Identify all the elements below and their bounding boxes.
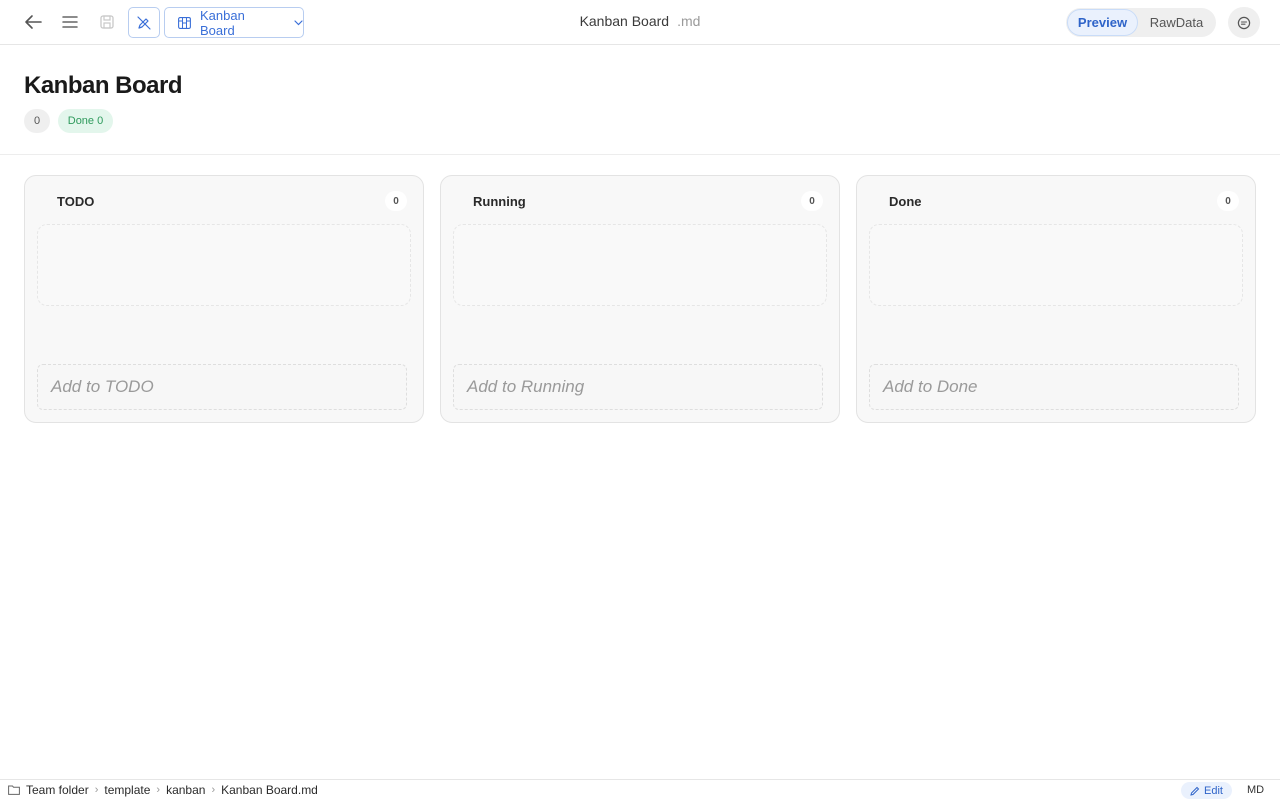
- column-count-badge: 0: [801, 191, 823, 211]
- header-divider: [0, 154, 1280, 155]
- view-select[interactable]: Kanban Board: [164, 7, 304, 38]
- save-icon: [100, 15, 114, 29]
- breadcrumb-item[interactable]: Kanban Board.md: [221, 783, 318, 797]
- preview-tab[interactable]: Preview: [1067, 9, 1138, 36]
- kanban-column-done: Done 0 Add to Done: [856, 175, 1256, 423]
- breadcrumb: Team folder › template › kanban › Kanban…: [8, 783, 318, 797]
- card-drop-zone[interactable]: [869, 224, 1243, 306]
- card-drop-zone[interactable]: [37, 224, 411, 306]
- breadcrumb-item[interactable]: Team folder: [26, 783, 89, 797]
- kanban-column-todo: TODO 0 Add to TODO: [24, 175, 424, 423]
- hamburger-icon: [62, 16, 78, 28]
- folder-icon: [8, 785, 20, 795]
- column-title: TODO: [57, 194, 95, 209]
- comments-button[interactable]: [1228, 7, 1260, 38]
- pencil-icon: [1190, 786, 1200, 796]
- add-card-input[interactable]: Add to TODO: [37, 364, 407, 410]
- breadcrumb-item[interactable]: kanban: [166, 783, 205, 797]
- status-bar: Team folder › template › kanban › Kanban…: [0, 779, 1280, 800]
- arrow-left-icon: [25, 15, 42, 29]
- breadcrumb-item[interactable]: template: [104, 783, 150, 797]
- column-title: Done: [889, 194, 922, 209]
- view-select-label: Kanban Board: [199, 7, 245, 38]
- chevron-right-icon: ›: [156, 784, 161, 796]
- edit-label: Edit: [1204, 784, 1223, 797]
- back-button[interactable]: [18, 8, 48, 36]
- add-card-input[interactable]: Add to Running: [453, 364, 823, 410]
- edit-button[interactable]: Edit: [1181, 782, 1232, 799]
- view-mode-toggle: Preview RawData: [1066, 8, 1216, 37]
- document-name: Kanban Board: [579, 13, 670, 29]
- document-extension: .md: [677, 13, 701, 29]
- comment-icon: [1237, 16, 1251, 29]
- chevron-down-icon: [294, 19, 303, 25]
- top-toolbar: Kanban Board Kanban Board .md Preview Raw…: [0, 0, 1280, 45]
- edit-tool-button[interactable]: [128, 7, 160, 38]
- page-title: Kanban Board: [24, 72, 183, 99]
- chevron-right-icon: ›: [211, 784, 216, 796]
- rawdata-tab[interactable]: RawData: [1138, 9, 1215, 36]
- pen-off-icon: [137, 15, 151, 30]
- column-count-badge: 0: [1217, 191, 1239, 211]
- done-count-badge: Done 0: [58, 109, 113, 133]
- kanban-column-running: Running 0 Add to Running: [440, 175, 840, 423]
- format-label: MD: [1247, 784, 1265, 796]
- chevron-right-icon: ›: [94, 784, 99, 796]
- add-card-input[interactable]: Add to Done: [869, 364, 1239, 410]
- card-drop-zone[interactable]: [453, 224, 827, 306]
- menu-button[interactable]: [55, 8, 85, 36]
- column-count-badge: 0: [385, 191, 407, 211]
- column-title: Running: [473, 194, 526, 209]
- kanban-icon: [178, 16, 191, 29]
- save-button[interactable]: [92, 8, 122, 36]
- total-count-badge: 0: [24, 109, 50, 133]
